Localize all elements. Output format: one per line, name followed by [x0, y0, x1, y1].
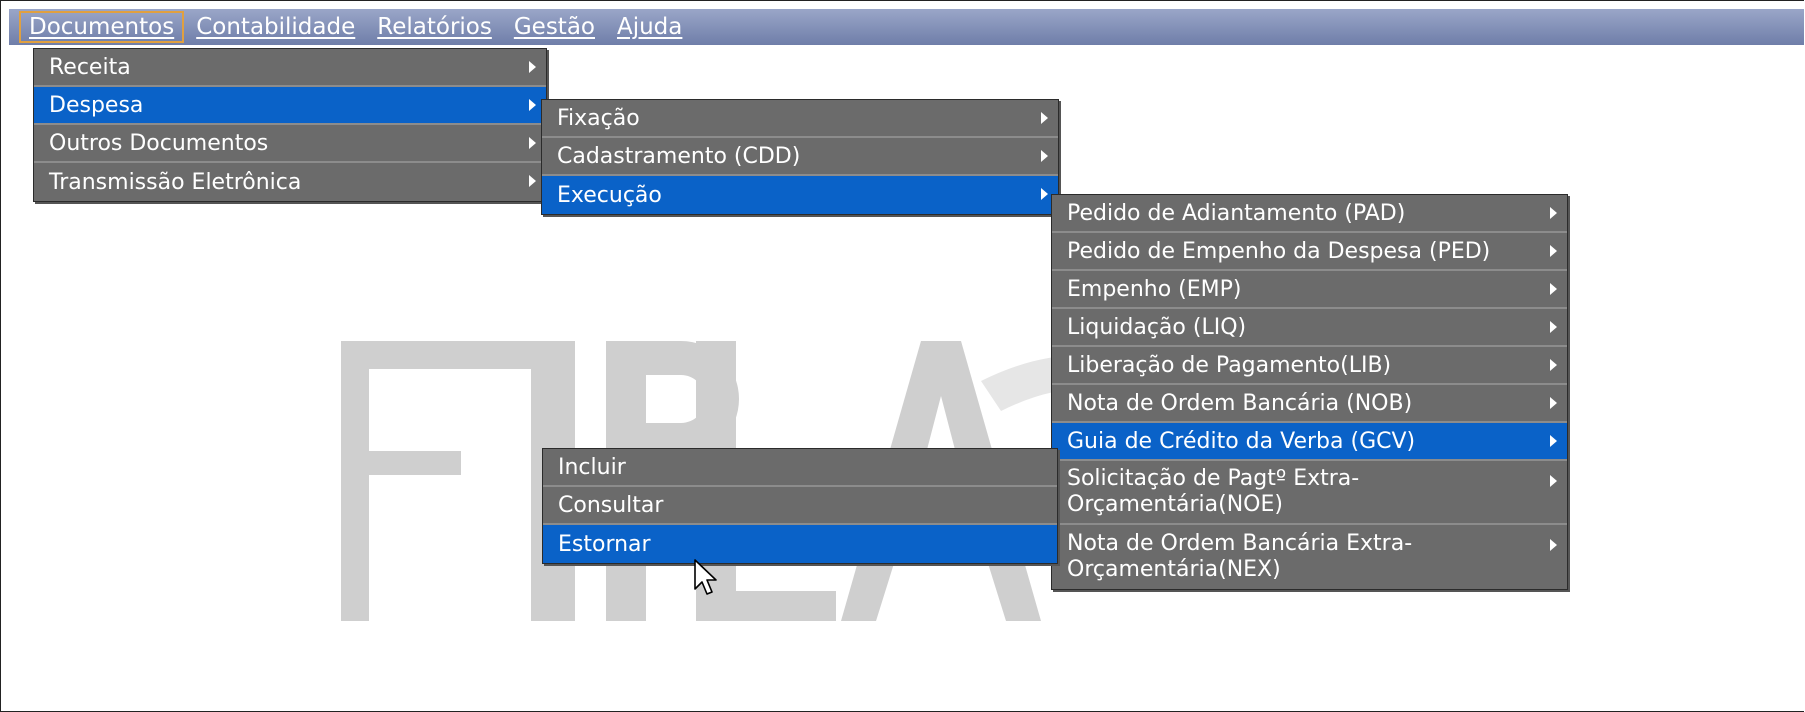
menu-item-label: Fixação: [557, 105, 640, 131]
menu-item-label: Transmissão Eletrônica: [49, 169, 302, 195]
menu-item-gcv[interactable]: Guia de Crédito da Verba (GCV): [1052, 423, 1567, 461]
menu-ajuda[interactable]: Ajuda: [605, 11, 692, 43]
menu-item-label: Incluir: [558, 454, 626, 480]
menu-item-noe[interactable]: Solicitação de Pagtº Extra-Orçamentária(…: [1052, 461, 1567, 525]
submenu-arrow-icon: [529, 99, 536, 111]
submenu-arrow-icon: [1550, 435, 1557, 447]
menu-item-label: Despesa: [49, 92, 144, 118]
menu-item-label: Estornar: [558, 531, 651, 557]
menu-item-transmissao-eletronica[interactable]: Transmissão Eletrônica: [34, 163, 546, 201]
menu-item-label: Consultar: [558, 492, 664, 518]
submenu-arrow-icon: [1550, 359, 1557, 371]
menu-item-despesa[interactable]: Despesa: [34, 87, 546, 125]
submenu-arrow-icon: [1550, 539, 1557, 551]
submenu-arrow-icon: [1041, 150, 1048, 162]
menu-item-label: Cadastramento (CDD): [557, 143, 801, 169]
menu-item-label: Nota de Ordem Bancária (NOB): [1067, 390, 1413, 416]
menu-item-label: Execução: [557, 182, 662, 208]
submenu-arrow-icon: [529, 61, 536, 73]
menu-item-label: Nota de Ordem Bancária Extra-Orçamentári…: [1067, 531, 1413, 582]
submenu-arrow-icon: [1550, 283, 1557, 295]
submenu-arrow-icon: [1550, 397, 1557, 409]
submenu-arrow-icon: [1550, 475, 1557, 487]
menu-item-consultar[interactable]: Consultar: [543, 487, 1057, 525]
menu-item-lib[interactable]: Liberação de Pagamento(LIB): [1052, 347, 1567, 385]
menu-item-liq[interactable]: Liquidação (LIQ): [1052, 309, 1567, 347]
menu-item-nex[interactable]: Nota de Ordem Bancária Extra-Orçamentári…: [1052, 525, 1567, 589]
menu-item-ped[interactable]: Pedido de Empenho da Despesa (PED): [1052, 233, 1567, 271]
submenu-arrow-icon: [529, 137, 536, 149]
menu-documentos[interactable]: Documentos: [19, 11, 185, 43]
menu-item-label: Pedido de Adiantamento (PAD): [1067, 200, 1406, 226]
menu-item-label: Receita: [49, 54, 131, 80]
submenu-arrow-icon: [1550, 207, 1557, 219]
menu-contabilidade[interactable]: Contabilidade: [184, 11, 365, 43]
menu-item-label: Pedido de Empenho da Despesa (PED): [1067, 238, 1491, 264]
submenu-arrow-icon: [529, 175, 536, 187]
menu-item-execucao[interactable]: Execução: [542, 176, 1058, 214]
menu-item-receita[interactable]: Receita: [34, 49, 546, 87]
menu-item-nob[interactable]: Nota de Ordem Bancária (NOB): [1052, 385, 1567, 423]
menu-despesa-dropdown: Fixação Cadastramento (CDD) Execução: [541, 99, 1059, 215]
submenu-arrow-icon: [1041, 112, 1048, 124]
submenu-arrow-icon: [1550, 245, 1557, 257]
menu-item-estornar[interactable]: Estornar: [543, 525, 1057, 563]
menu-documentos-dropdown: Receita Despesa Outros Documentos Transm…: [33, 48, 547, 202]
mouse-pointer-icon: [694, 559, 717, 595]
menu-gcv-dropdown: Incluir Consultar Estornar: [542, 448, 1058, 564]
menu-execucao-dropdown: Pedido de Adiantamento (PAD) Pedido de E…: [1051, 194, 1568, 590]
menu-bar: Documentos Contabilidade Relatórios Gest…: [9, 9, 1804, 45]
menu-item-label: Liquidação (LIQ): [1067, 314, 1247, 340]
application-window: Documentos Contabilidade Relatórios Gest…: [0, 0, 1804, 712]
menu-item-fixacao[interactable]: Fixação: [542, 100, 1058, 138]
submenu-arrow-icon: [1550, 321, 1557, 333]
menu-item-label: Guia de Crédito da Verba (GCV): [1067, 428, 1416, 454]
menu-item-outros-documentos[interactable]: Outros Documentos: [34, 125, 546, 163]
menu-item-pad[interactable]: Pedido de Adiantamento (PAD): [1052, 195, 1567, 233]
menu-item-cadastramento[interactable]: Cadastramento (CDD): [542, 138, 1058, 176]
menu-item-emp[interactable]: Empenho (EMP): [1052, 271, 1567, 309]
menu-item-incluir[interactable]: Incluir: [543, 449, 1057, 487]
menu-item-label: Solicitação de Pagtº Extra-Orçamentária(…: [1067, 466, 1360, 517]
submenu-arrow-icon: [1041, 188, 1048, 200]
menu-item-label: Liberação de Pagamento(LIB): [1067, 352, 1392, 378]
menu-relatorios[interactable]: Relatórios: [365, 11, 502, 43]
menu-item-label: Empenho (EMP): [1067, 276, 1242, 302]
menu-item-label: Outros Documentos: [49, 130, 269, 156]
menu-gestao[interactable]: Gestão: [502, 11, 605, 43]
